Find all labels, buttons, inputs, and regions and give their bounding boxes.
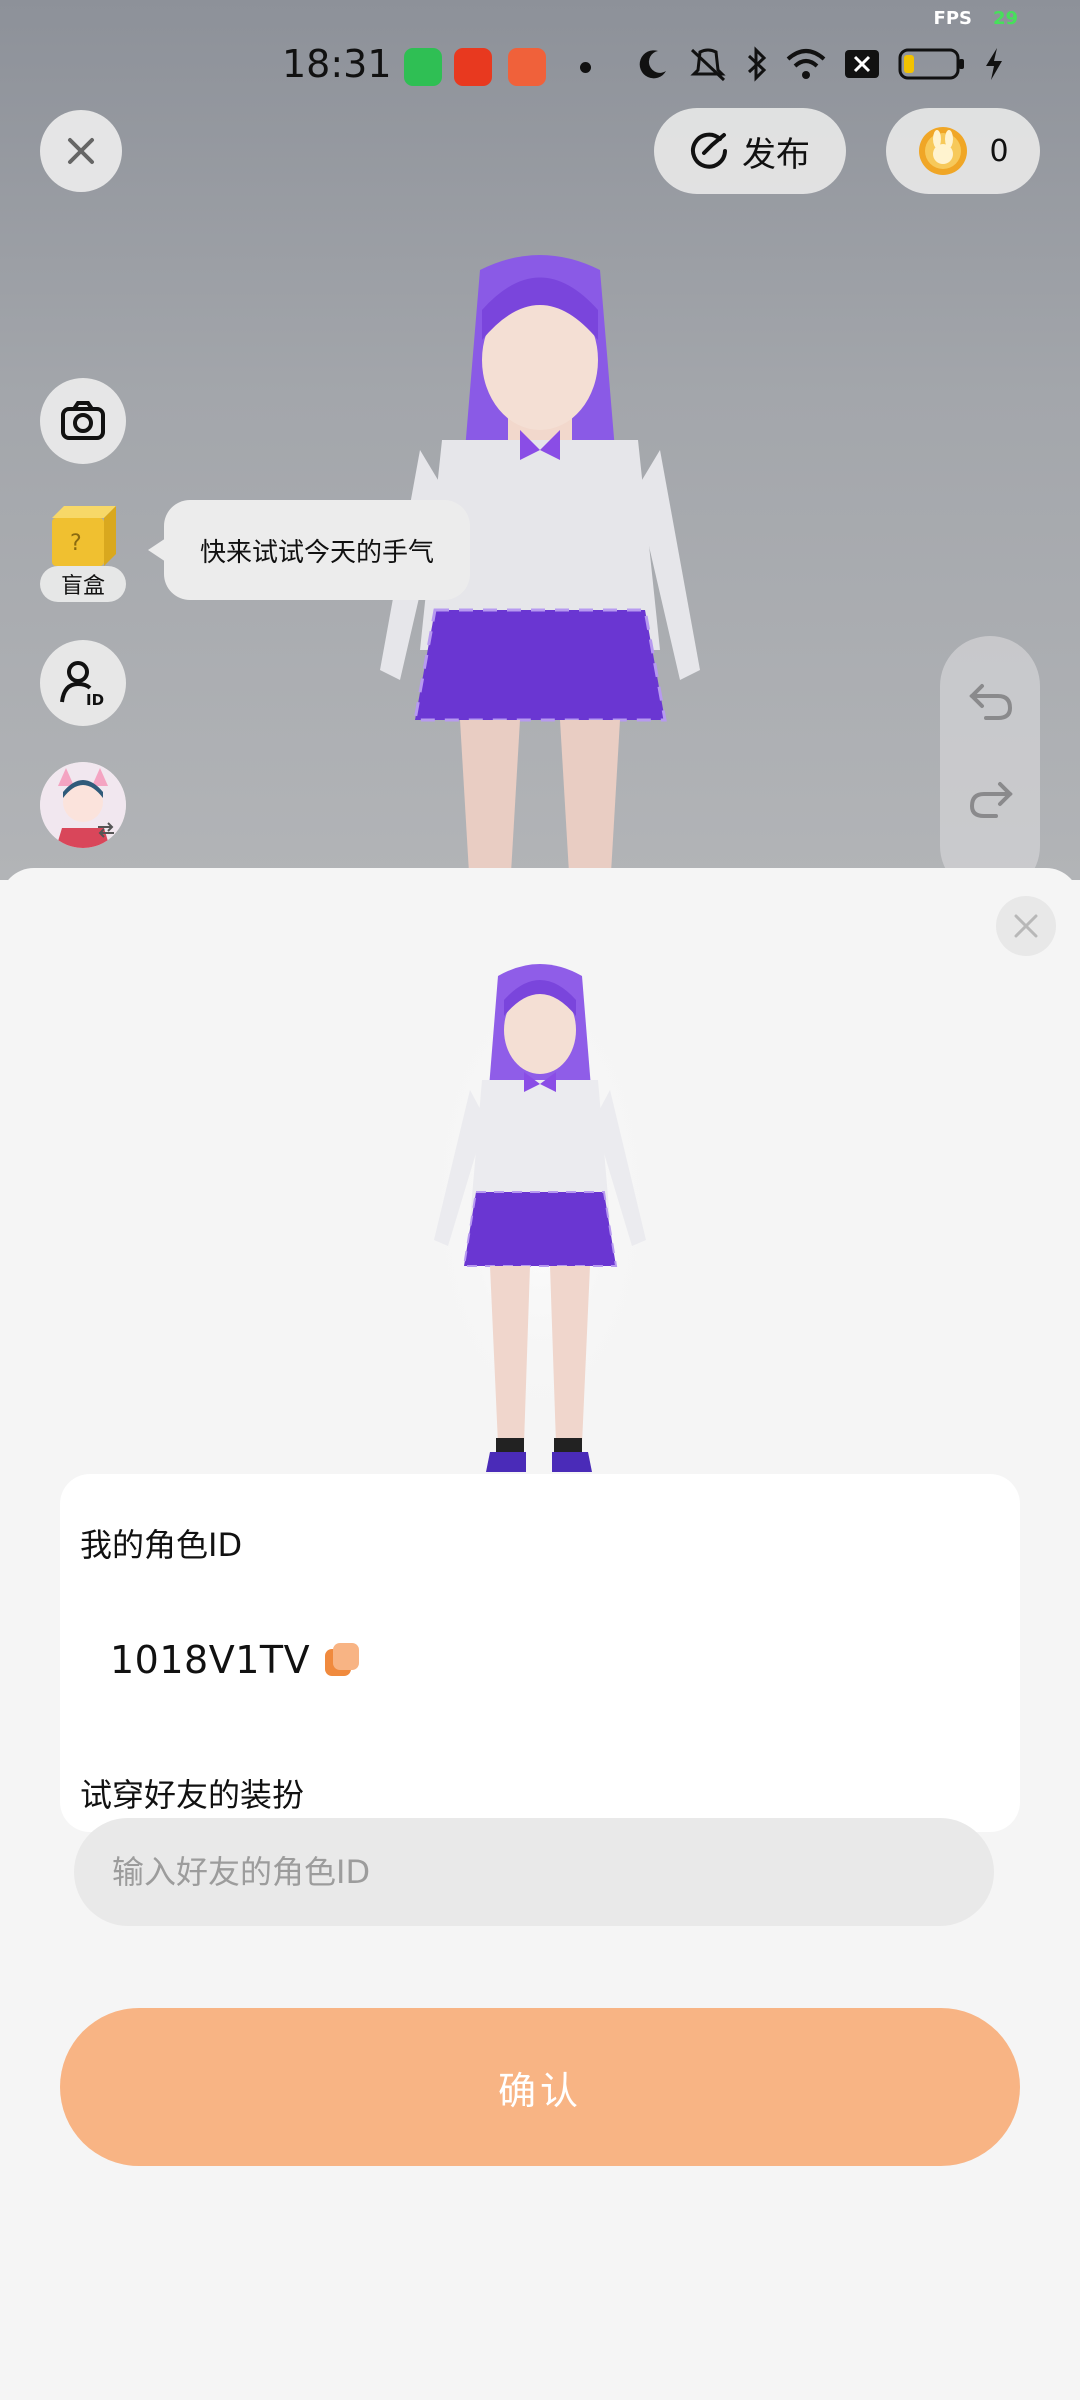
close-icon <box>1014 914 1038 938</box>
undo-button[interactable] <box>968 680 1014 724</box>
blind-box-label: 盲盒 <box>40 566 126 602</box>
notification-dot-icon <box>580 62 591 73</box>
mute-icon <box>688 46 728 86</box>
system-status-icons <box>636 46 1004 86</box>
coin-balance-button[interactable]: 0 <box>886 108 1040 194</box>
undo-icon <box>969 684 1013 720</box>
role-id-button[interactable]: ID <box>40 640 126 726</box>
do-not-disturb-icon <box>636 47 670 85</box>
charging-icon <box>984 47 1004 85</box>
confirm-button[interactable]: 确认 <box>60 2008 1020 2166</box>
fps-value: 29 <box>992 8 1018 29</box>
avatar-scene[interactable]: FPS 29 18:31 发布 0 ? 盲盒 快来试试今天的手气 ID <box>0 0 1080 880</box>
redo-icon <box>969 782 1013 818</box>
sim-off-icon <box>844 49 880 83</box>
blind-box-tip-bubble: 快来试试今天的手气 <box>148 500 470 600</box>
app-notification-icon <box>404 48 442 86</box>
friend-role-id-input[interactable] <box>74 1818 994 1926</box>
app-notification-icon <box>508 48 546 86</box>
publish-label: 发布 <box>742 134 810 175</box>
my-role-id-label: 我的角色ID <box>80 1526 243 1564</box>
svg-text:ID: ID <box>86 691 104 708</box>
try-friend-label: 试穿好友的装扮 <box>80 1776 305 1814</box>
publish-icon <box>691 132 727 169</box>
mystery-box-icon: ? <box>52 506 116 566</box>
role-id-card: 我的角色ID 1018V1TV 试穿好友的装扮 <box>60 1474 1020 1926</box>
wifi-icon <box>786 47 826 85</box>
svg-text:?: ? <box>70 531 82 556</box>
blind-box-button[interactable]: ? <box>46 504 118 570</box>
copy-icon[interactable] <box>324 1642 360 1678</box>
avatar-preview <box>420 960 660 1472</box>
user-id-icon: ID <box>60 661 104 708</box>
close-icon <box>68 138 94 164</box>
camera-icon <box>61 401 105 440</box>
coin-count: 0 <box>989 133 1009 169</box>
app-notification-icon <box>454 48 492 86</box>
role-id-sheet: 我的角色ID 1018V1TV 试穿好友的装扮 确认 <box>0 868 1080 2400</box>
my-role-id-value: 1018V1TV <box>110 1638 311 1682</box>
redo-button[interactable] <box>968 778 1014 822</box>
switch-avatar-button[interactable] <box>40 762 126 848</box>
my-role-id-row: 1018V1TV <box>110 1638 360 1682</box>
close-scene-button[interactable] <box>40 110 122 192</box>
swap-icon <box>98 822 114 838</box>
sheet-close-button[interactable] <box>996 896 1056 956</box>
camera-button[interactable] <box>40 378 126 464</box>
rabbit-coin-icon <box>919 127 968 175</box>
tip-text: 快来试试今天的手气 <box>199 537 434 568</box>
publish-button[interactable]: 发布 <box>654 108 846 194</box>
status-time: 18:31 <box>282 42 392 86</box>
battery-icon <box>898 47 966 85</box>
fps-label: FPS <box>933 8 972 29</box>
bluetooth-icon <box>746 46 768 86</box>
undo-redo-panel <box>940 636 1040 880</box>
